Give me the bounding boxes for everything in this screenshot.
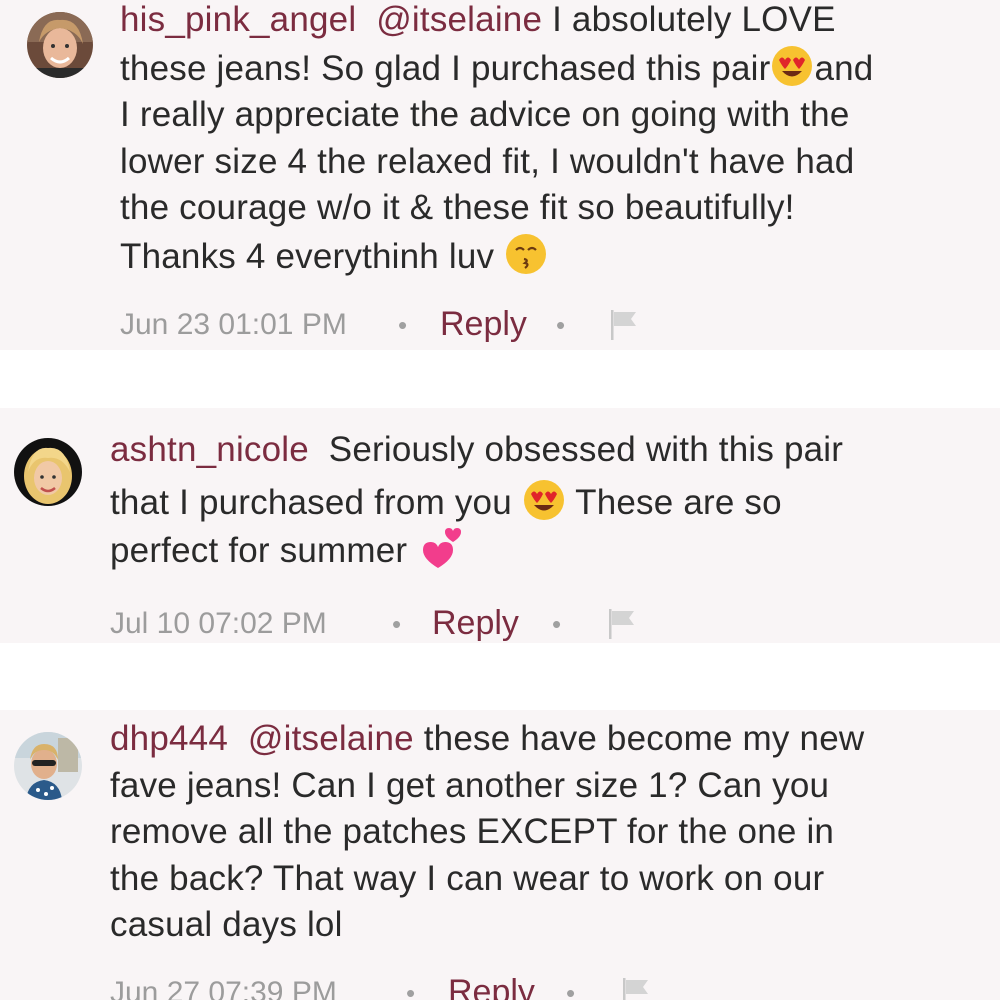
comment-text-line: perfect for summer <box>110 531 408 570</box>
comment-text-line: the back? That way I can wear to work on… <box>110 858 825 898</box>
reply-button[interactable]: Reply <box>432 604 519 643</box>
two-hearts-emoji-icon <box>417 526 462 570</box>
comment-text-line: these jeans! So glad I purchased this pa… <box>120 48 771 88</box>
comment-mention[interactable]: @itselaine <box>248 719 414 758</box>
comment-text-line: I really appreciate the advice on going … <box>120 95 850 134</box>
comment-text-line: Thanks 4 everythinh luv <box>120 236 495 276</box>
flag-icon[interactable] <box>606 306 642 342</box>
comment-text-line: Seriously obsessed with this pair <box>328 430 844 469</box>
separator-dot: • <box>566 978 576 1000</box>
comment-text-line: casual days lol <box>110 905 343 944</box>
comment-text-line: that I purchased from you <box>110 482 512 522</box>
avatar[interactable] <box>27 12 93 78</box>
comment-timestamp: Jun 23 01:01 PM <box>120 308 347 341</box>
comment-text-line: lower size 4 the relaxed fit, I wouldn't… <box>120 141 855 181</box>
separator-dot: • <box>398 310 408 340</box>
comment-username[interactable]: ashtn_nicole <box>110 430 309 469</box>
comment-card: dhp444 @itselaine these have become my n… <box>0 710 1000 1000</box>
comment-timestamp: Jul 10 07:02 PM <box>110 607 327 640</box>
flag-icon[interactable] <box>618 974 654 1000</box>
comment-text-line: and <box>814 48 874 88</box>
avatar[interactable] <box>14 438 82 506</box>
comment-body: dhp444 @itselaine these have become my n… <box>110 716 990 949</box>
comment-text-line: These are so <box>575 482 782 522</box>
comment-meta: Jul 10 07:02 PM • Reply • <box>110 604 670 643</box>
reply-button[interactable]: Reply <box>448 973 535 1000</box>
comment-body: his_pink_angel @itselaine I absolutely L… <box>120 0 980 280</box>
comment-card: his_pink_angel @itselaine I absolutely L… <box>0 0 1000 350</box>
avatar[interactable] <box>14 732 82 800</box>
heart-eyes-emoji-icon <box>770 44 814 88</box>
separator-dot: • <box>556 310 566 340</box>
separator-dot: • <box>552 609 562 639</box>
comment-card: ashtn_nicole Seriously obsessed with thi… <box>0 408 1000 643</box>
separator-dot: • <box>406 978 416 1000</box>
comment-username[interactable]: dhp444 <box>110 719 228 758</box>
comment-text-line: remove all the patches EXCEPT for the on… <box>110 812 835 851</box>
comment-username[interactable]: his_pink_angel <box>120 0 356 39</box>
comment-text-line: I absolutely LOVE <box>552 0 836 39</box>
comment-meta: Jun 27 07:39 PM • Reply • <box>110 973 710 1000</box>
kissing-emoji-icon <box>504 232 548 276</box>
reply-button[interactable]: Reply <box>440 305 527 344</box>
comment-text-line: these have become my new <box>423 719 865 758</box>
flag-icon[interactable] <box>604 605 640 641</box>
comment-meta: Jun 23 01:01 PM • Reply • <box>120 305 680 348</box>
heart-eyes-emoji-icon <box>522 478 566 522</box>
comment-mention[interactable]: @itselaine <box>376 0 542 39</box>
comment-body: ashtn_nicole Seriously obsessed with thi… <box>110 427 990 575</box>
separator-dot: • <box>392 609 402 639</box>
comment-text-line: the courage w/o it & these fit so beauti… <box>120 188 795 227</box>
comment-text-line: fave jeans! Can I get another size 1? Ca… <box>110 765 830 805</box>
comment-timestamp: Jun 27 07:39 PM <box>110 976 337 1000</box>
